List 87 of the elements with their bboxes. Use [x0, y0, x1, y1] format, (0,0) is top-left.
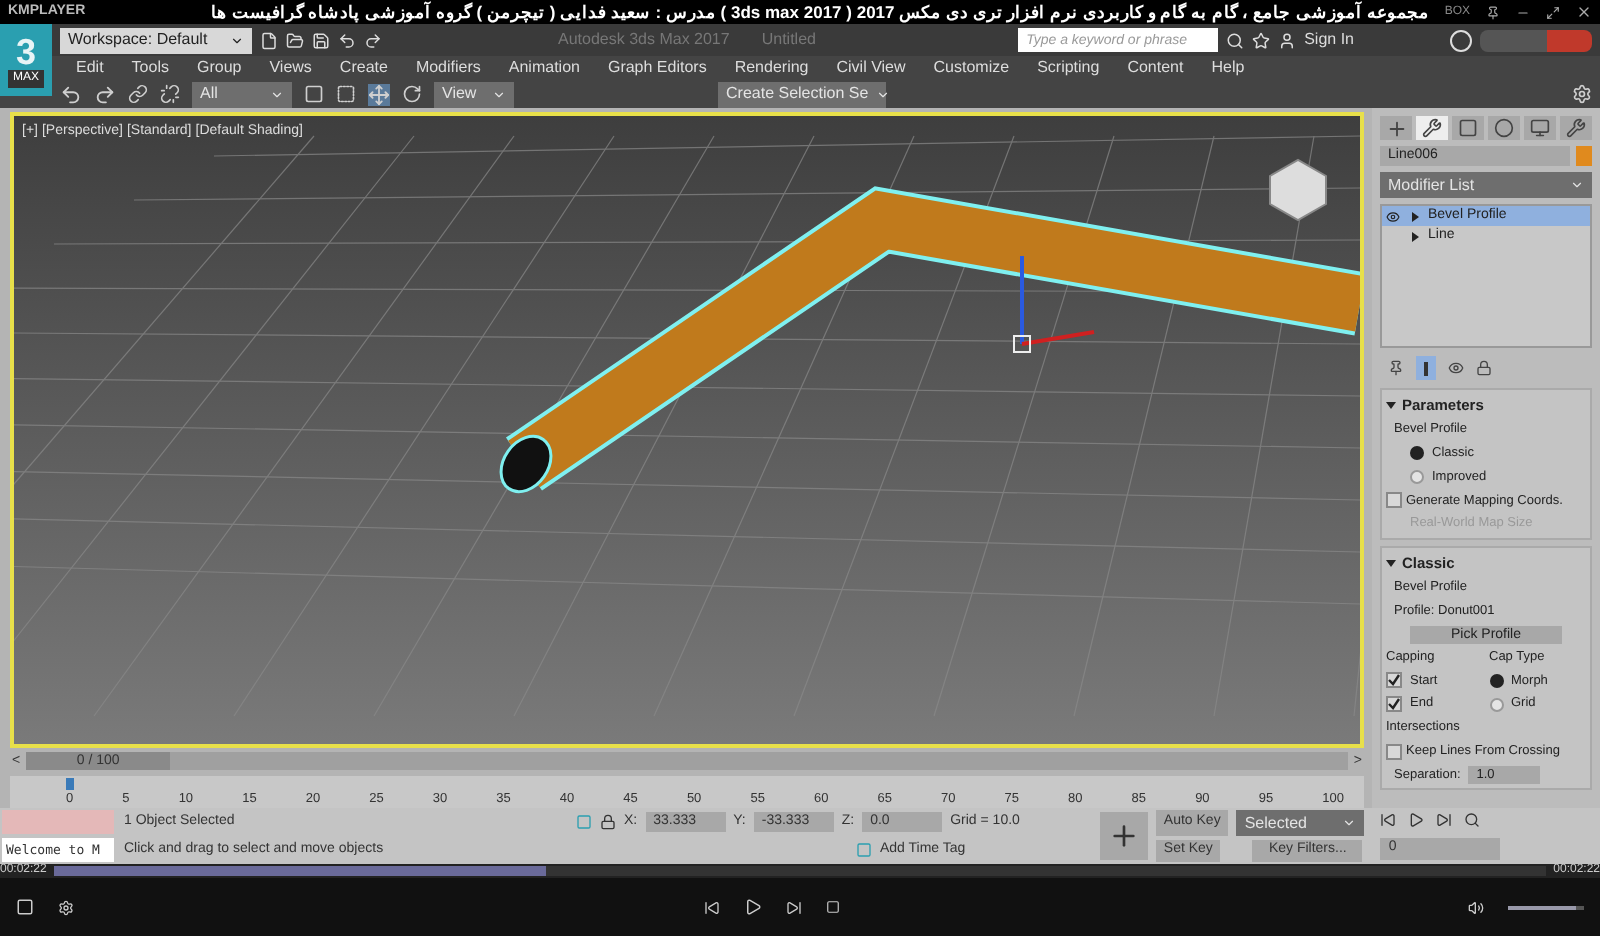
macro-recorder-field[interactable] — [2, 810, 114, 834]
caret-icon — [230, 33, 244, 47]
menu-item[interactable]: Civil View — [836, 56, 906, 80]
reference-coordinate-dropdown[interactable]: View — [434, 81, 514, 107]
key-mode-dropdown[interactable]: Selected — [1236, 810, 1365, 837]
volume-icon[interactable] — [1468, 899, 1484, 915]
caret-icon — [1570, 178, 1584, 192]
lock-icon[interactable] — [1476, 360, 1492, 376]
menu-item[interactable]: Tools — [131, 56, 169, 80]
menu-item[interactable]: Views — [269, 56, 312, 80]
link-icon[interactable] — [128, 84, 148, 104]
save-icon[interactable] — [312, 31, 330, 49]
binoculars-icon[interactable] — [1226, 31, 1245, 49]
new-file-icon[interactable] — [260, 31, 278, 49]
lock-icon — [600, 814, 616, 830]
command-tab[interactable] — [1452, 116, 1484, 140]
menu-item[interactable]: Help — [1211, 56, 1245, 80]
show-end-result-icon[interactable] — [1416, 356, 1436, 380]
maximize-icon[interactable] — [1546, 5, 1560, 19]
caret-icon — [492, 87, 506, 101]
menu-item[interactable]: Create — [339, 56, 388, 80]
star-icon[interactable] — [1252, 31, 1271, 49]
checkbox[interactable] — [1386, 743, 1402, 760]
workspace-dropdown[interactable]: Workspace: Default — [60, 27, 252, 53]
settings-icon[interactable] — [58, 899, 74, 915]
menu-item[interactable]: Content — [1127, 56, 1184, 80]
settings-icon[interactable] — [1572, 84, 1592, 104]
pin-icon[interactable] — [1486, 5, 1500, 19]
pin-icon[interactable] — [1388, 360, 1404, 376]
command-tab[interactable] — [1416, 116, 1448, 140]
eye-icon[interactable] — [1448, 360, 1464, 376]
menu-item[interactable]: Animation — [508, 56, 580, 80]
caret-icon — [1342, 816, 1357, 831]
checkbox[interactable] — [1386, 492, 1402, 509]
undo-icon[interactable] — [60, 83, 82, 105]
selection-set-dropdown[interactable]: Create Selection Se — [718, 81, 886, 107]
menu-item[interactable]: Edit — [76, 56, 104, 80]
stop-icon[interactable] — [825, 900, 839, 914]
isolate-icon — [576, 814, 592, 830]
radio-button[interactable] — [1410, 470, 1424, 485]
rollout-arrow-icon[interactable] — [1386, 558, 1396, 569]
object-color-swatch[interactable] — [1576, 146, 1592, 166]
menu-item[interactable]: Customize — [933, 56, 1010, 80]
menu-item[interactable]: Graph Editors — [607, 56, 707, 80]
menu-item[interactable]: Modifiers — [415, 56, 481, 80]
menu-item[interactable]: Rendering — [734, 56, 809, 80]
previous-icon[interactable] — [703, 899, 719, 915]
redo-icon[interactable] — [94, 83, 116, 105]
video-title: مجموعه آموزشی جامع ، گام به گام و کاربردی نرم افزار تری دی مکس 2017 ( 3ds max 2017 ) مدرس : سعید فدایی ( تیچرمن ) گروه آموزشی پادشاه گرافیست ها — [208, 0, 1429, 25]
modifier-list-dropdown[interactable]: Modifier List — [1380, 172, 1592, 198]
go-to-start-icon[interactable] — [1380, 812, 1397, 829]
zoom-icon[interactable] — [1464, 812, 1481, 829]
checkbox[interactable] — [1386, 696, 1402, 713]
selection-filter-dropdown[interactable]: All — [192, 81, 292, 107]
move-icon[interactable] — [368, 83, 390, 105]
menu-item[interactable]: Group — [196, 56, 242, 80]
command-tab[interactable] — [1488, 116, 1520, 140]
caret-icon — [270, 87, 284, 101]
app-title: Autodesk 3ds Max 2017 — [558, 28, 730, 52]
radio-button[interactable] — [1489, 697, 1503, 712]
unlink-icon[interactable] — [160, 84, 180, 104]
key-mode-plus-icon[interactable] — [1099, 812, 1148, 860]
select-region-icon[interactable] — [336, 84, 356, 104]
open-folder-icon[interactable] — [286, 31, 304, 49]
command-tab[interactable] — [1524, 116, 1556, 140]
view-cube-icon — [1269, 158, 1327, 222]
command-tab[interactable] — [1380, 116, 1412, 140]
command-tab[interactable] — [1560, 116, 1592, 140]
current-frame-marker[interactable] — [66, 777, 74, 790]
checkbox[interactable] — [1386, 672, 1402, 689]
go-to-end-icon[interactable] — [1436, 812, 1453, 829]
radio-button[interactable] — [1489, 673, 1503, 688]
close-icon[interactable] — [1576, 4, 1592, 20]
rotate-icon[interactable] — [402, 84, 422, 104]
next-icon[interactable] — [785, 899, 801, 915]
select-icon[interactable] — [304, 84, 324, 104]
caret-icon — [876, 87, 891, 101]
sign-in-link[interactable]: Sign In — [1304, 28, 1354, 52]
undo-icon[interactable] — [338, 31, 356, 49]
document-title: Untitled — [761, 28, 816, 52]
transform-gizmo-icon — [1013, 256, 1095, 353]
menu-item[interactable]: Scripting — [1037, 56, 1100, 80]
rollout-arrow-icon[interactable] — [1386, 400, 1396, 411]
redo-icon[interactable] — [364, 31, 382, 49]
user-icon[interactable] — [1278, 31, 1297, 49]
radio-button[interactable] — [1410, 446, 1424, 461]
play-icon[interactable] — [1408, 812, 1425, 829]
